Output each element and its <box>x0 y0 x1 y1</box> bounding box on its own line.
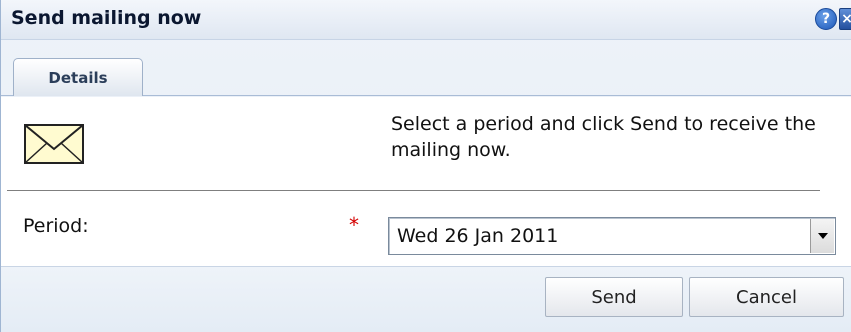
cancel-button[interactable]: Cancel <box>689 277 844 317</box>
tab-strip: Details <box>1 40 851 96</box>
help-icon[interactable]: ? <box>815 8 837 30</box>
dialog-title: Send mailing now <box>11 7 202 29</box>
tab-details[interactable]: Details <box>13 58 143 96</box>
dropdown-arrow-icon[interactable] <box>810 219 834 253</box>
dialog-footer: Send Cancel <box>1 267 851 332</box>
envelope-icon <box>24 124 84 164</box>
send-button[interactable]: Send <box>545 277 683 317</box>
info-text: Select a period and click Send to receiv… <box>391 113 816 161</box>
close-icon[interactable]: × <box>839 8 851 30</box>
details-panel: Select a period and click Send to receiv… <box>1 97 851 267</box>
period-select[interactable]: Wed 26 Jan 2011 <box>388 217 836 255</box>
section-divider <box>7 190 820 191</box>
period-select-value: Wed 26 Jan 2011 <box>397 225 559 247</box>
dialog-titlebar: Send mailing now ? × <box>1 0 851 40</box>
period-label: Period: <box>23 215 89 237</box>
required-indicator: * <box>349 213 359 237</box>
send-mailing-dialog: Send mailing now ? × Details Select a pe… <box>0 0 851 332</box>
